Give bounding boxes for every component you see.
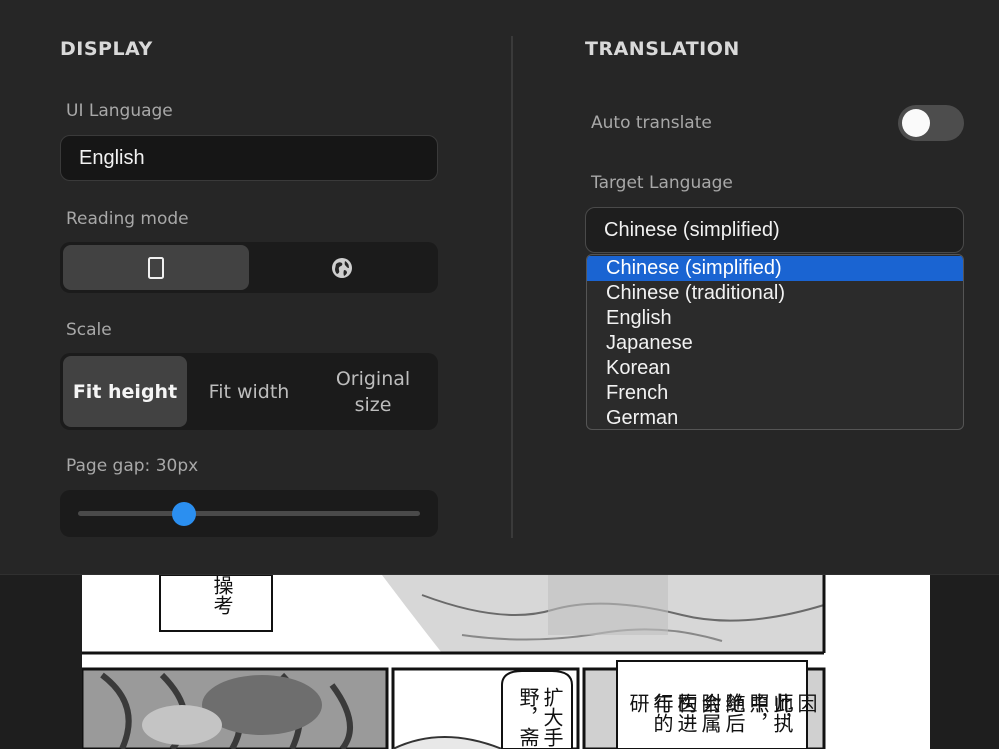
language-option[interactable]: French	[587, 381, 963, 406]
toggle-knob	[902, 109, 930, 137]
ui-language-field[interactable]: English	[60, 135, 438, 181]
reading-mode-web-button[interactable]	[249, 245, 435, 290]
column-divider	[511, 36, 513, 538]
globe-icon	[332, 257, 352, 278]
slider-thumb[interactable]	[172, 502, 197, 526]
language-option[interactable]: English	[587, 306, 963, 331]
manga-page: 操考 扩大手 野，斋 因此， 师执照 中，绝 随后会 附属医 构进行 年的研	[82, 575, 930, 749]
scale-option-label: Fit width	[208, 380, 290, 403]
reading-mode-label: Reading mode	[66, 209, 189, 229]
scale-option-label: Original size	[335, 367, 411, 416]
language-option[interactable]: German	[587, 406, 963, 429]
scale-control: Fit height Fit width Original size	[60, 353, 438, 430]
scale-fit-height-button[interactable]: Fit height	[63, 356, 187, 427]
speech-text: 野，斋	[516, 687, 540, 747]
auto-translate-toggle[interactable]	[898, 105, 964, 141]
reading-mode-single-page-button[interactable]	[63, 245, 249, 290]
scale-fit-width-button[interactable]: Fit width	[187, 356, 311, 427]
target-language-dropdown: Chinese (simplified) Chinese (traditiona…	[586, 254, 964, 430]
language-option[interactable]: Chinese (traditional)	[587, 281, 963, 306]
settings-panel: DISPLAY UI Language English Reading mode…	[0, 0, 999, 575]
page-gap-slider[interactable]	[60, 490, 438, 537]
scale-original-size-button[interactable]: Original size	[311, 356, 435, 427]
language-option[interactable]: Korean	[587, 356, 963, 381]
page-gap-label: Page gap: 30px	[66, 456, 199, 476]
speech-text: 操考	[210, 575, 234, 615]
language-option[interactable]: Chinese (simplified)	[587, 256, 963, 281]
target-language-select[interactable]: Chinese (simplified)	[585, 207, 964, 253]
target-language-label: Target Language	[591, 173, 733, 193]
scale-option-label: Fit height	[72, 380, 178, 403]
reading-mode-control	[60, 242, 438, 293]
translation-section-title: TRANSLATION	[585, 38, 740, 60]
scale-label: Scale	[66, 320, 112, 340]
speech-text: 年的研	[626, 693, 674, 733]
ui-language-label: UI Language	[66, 101, 173, 121]
single-page-icon	[148, 256, 164, 279]
manga-reader: 操考 扩大手 野，斋 因此， 师执照 中，绝 随后会 附属医 构进行 年的研	[0, 575, 999, 749]
display-section-title: DISPLAY	[60, 38, 153, 60]
language-option[interactable]: Japanese	[587, 331, 963, 356]
auto-translate-label: Auto translate	[591, 113, 712, 133]
speech-text: 扩大手	[540, 687, 564, 747]
slider-track	[78, 511, 420, 516]
